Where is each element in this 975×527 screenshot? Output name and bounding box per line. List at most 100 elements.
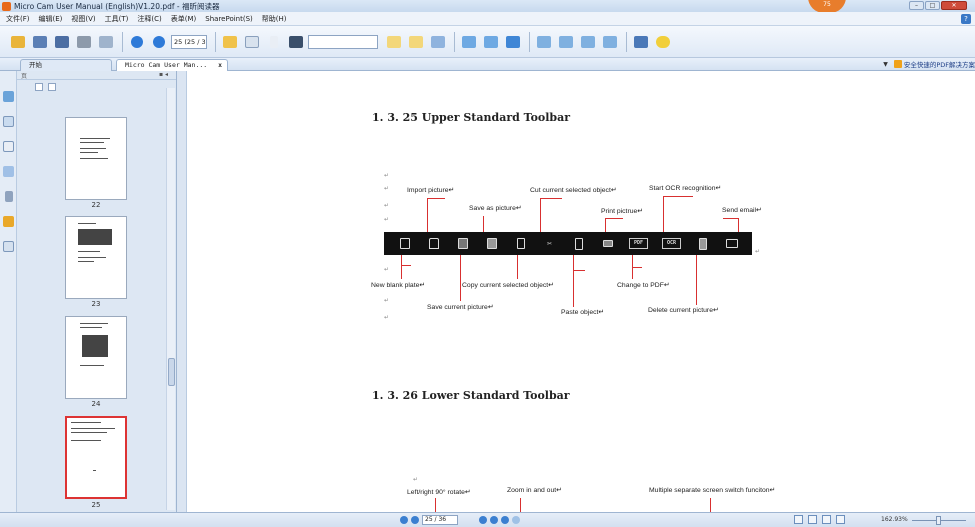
scissors-icon: ✂ [547,239,552,248]
page-number-input[interactable]: 25 (25 / 36) [171,34,207,49]
pages-panel-icon[interactable] [3,91,14,102]
callout-line [483,216,484,232]
panel-pin-icon[interactable]: ▪ ◂ [159,71,168,78]
menu-view[interactable]: 视图(V) [71,14,95,24]
find-button[interactable] [286,33,305,51]
layers-panel-icon[interactable] [3,141,14,152]
minimize-button[interactable]: – [909,1,924,10]
facing-view-icon[interactable] [822,515,831,524]
menu-tools[interactable]: 工具(T) [105,14,129,24]
typewriter-icon [408,35,423,48]
facing-pages-icon [580,35,595,48]
thumbnail-page-23[interactable] [65,216,127,299]
attachments-panel-icon[interactable] [5,191,13,202]
copy-icon [513,237,528,251]
text-select-icon [244,35,259,48]
callout-line [517,255,518,279]
thumbnail-zoom-icon[interactable] [48,83,56,91]
comment-button[interactable] [653,33,672,51]
toolbar-separator [626,31,627,52]
comments-panel-icon[interactable] [3,166,14,177]
first-page-icon[interactable] [400,516,408,524]
menu-help[interactable]: 帮助(H) [262,14,287,24]
last-page-icon[interactable] [490,516,498,524]
next-page-button[interactable] [149,33,168,51]
menu-form[interactable]: 表单(M) [171,14,197,24]
label-paste-object: Paste object↵ [561,309,605,316]
stamp-button[interactable] [428,33,447,51]
continuous-view-icon[interactable] [808,515,817,524]
select-tool-button[interactable] [264,33,283,51]
paragraph-mark: ↵ [384,202,390,209]
security-panel-icon[interactable] [3,216,14,227]
zoom-level[interactable]: 162.93% [881,516,908,523]
email-button[interactable] [96,33,115,51]
rotate-button[interactable] [600,33,619,51]
label-import-picture: Import picture↵ [407,187,455,194]
open-button[interactable] [8,33,27,51]
typewriter-button[interactable] [406,33,425,51]
scrollbar-thumb[interactable] [168,358,175,386]
thumb-line [78,257,106,258]
label-save-as-picture: Save as picture↵ [469,205,522,212]
zoom-slider-handle[interactable] [936,516,941,525]
tab-start[interactable]: 开始 [20,59,112,71]
facing-button[interactable] [578,33,597,51]
continuous-facing-view-icon[interactable] [836,515,845,524]
label-start-ocr: Start OCR recognition↵ [649,185,722,192]
window-controls: – □ ✕ [909,1,967,10]
text-viewer-button[interactable] [631,33,650,51]
status-page-input[interactable]: 25 / 36 [422,515,458,525]
search-input[interactable] [308,34,378,49]
hand-tool-button[interactable] [220,33,239,51]
single-page-view-icon[interactable] [794,515,803,524]
thumbnail-options-icon[interactable] [35,83,43,91]
single-page-button[interactable] [534,33,553,51]
zoom-in-icon [461,35,476,48]
dropdown-arrow-icon[interactable]: ▼ [883,61,888,68]
save-as-button[interactable] [52,33,71,51]
close-window-button[interactable]: ✕ [941,1,967,10]
maximize-button[interactable]: □ [925,1,940,10]
help-icon[interactable]: ? [961,14,971,24]
menu-comment[interactable]: 注释(C) [137,14,161,24]
close-tab-icon[interactable]: x [218,60,222,71]
callout-line [632,267,642,268]
history-back-icon[interactable] [501,516,509,524]
label-send-email: Send email↵ [722,207,762,214]
menu-edit[interactable]: 编辑(E) [39,14,63,24]
panel-splitter[interactable] [177,71,187,512]
thumbnail-page-22[interactable] [65,117,127,200]
label-print-pictrue: Print pictrue↵ [601,208,643,215]
label-save-current: Save current picture↵ [427,304,494,311]
thumbnail-page-25-selected[interactable] [65,416,127,499]
prev-page-button[interactable] [127,33,146,51]
zoom-slider[interactable] [912,516,966,525]
next-page-icon[interactable] [479,516,487,524]
save-button[interactable] [30,33,49,51]
signature-panel-icon[interactable] [3,241,14,252]
tab-document[interactable]: Micro Cam User Man... x [116,59,228,71]
thumbnails-scrollbar[interactable] [166,88,175,510]
ad-link[interactable]: ▼ 安全快速的PDF解决方案 [883,59,975,69]
zoom-in-button[interactable] [459,33,478,51]
fit-page-button[interactable] [503,33,522,51]
zoom-out-button[interactable] [481,33,500,51]
pdf-reader-window: Micro Cam User Manual (English)V1.20.pdf… [0,0,975,527]
thumbnail-page-24[interactable] [65,316,127,399]
paragraph-mark: ↵ [384,185,390,192]
callout-line [540,198,562,199]
history-forward-icon[interactable] [512,516,520,524]
menu-file[interactable]: 文件(F) [6,14,30,24]
status-bar: 25 / 36 162.93% [0,512,975,527]
highlight-button[interactable] [384,33,403,51]
bookmarks-panel-icon[interactable] [3,116,14,127]
label-cut-current: Cut current selected object↵ [530,187,617,194]
continuous-button[interactable] [556,33,575,51]
menu-sharepoint[interactable]: SharePoint(S) [205,15,253,23]
print-button[interactable] [74,33,93,51]
printer-icon [600,237,615,251]
toolbar-separator [454,31,455,52]
prev-page-icon[interactable] [411,516,419,524]
select-text-button[interactable] [242,33,261,51]
